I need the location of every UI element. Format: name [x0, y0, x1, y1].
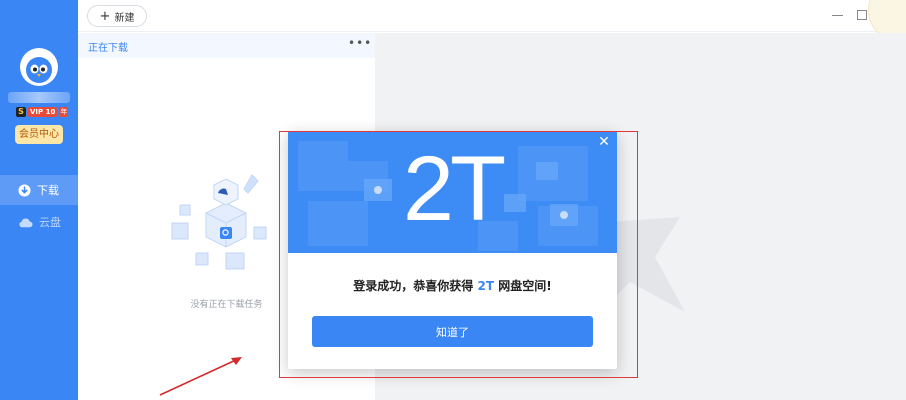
download-list-header: 正在下载 •••: [78, 33, 375, 58]
super-vip-icon: S: [16, 106, 26, 117]
vip-year-badge: 年: [59, 106, 69, 117]
ok-button[interactable]: 知道了: [312, 316, 593, 347]
red-arrow-annotation: [159, 357, 242, 396]
downloading-tab[interactable]: 正在下载: [88, 39, 128, 54]
cloud-icon: [19, 218, 33, 227]
top-bar: + 新建: [78, 0, 906, 42]
sidebar-item-label: 云盘: [39, 216, 61, 229]
banner-2t-text: 2T: [402, 138, 506, 240]
more-dots-icon[interactable]: •••: [348, 36, 372, 50]
username-blurred: [8, 92, 70, 103]
download-icon: [18, 183, 31, 197]
minimize-icon[interactable]: [832, 15, 843, 16]
dialog-banner: 2T ✕: [288, 131, 617, 253]
login-success-dialog: 2T ✕ 登录成功，恭喜你获得 2T 网盘空间! 知道了: [288, 131, 617, 369]
dialog-message: 登录成功，恭喜你获得 2T 网盘空间!: [353, 279, 552, 293]
sidebar-item-cloud[interactable]: 云盘: [0, 207, 78, 237]
sidebar-item-download[interactable]: 下载: [0, 175, 78, 205]
new-task-button[interactable]: + 新建: [87, 5, 147, 27]
member-center-button[interactable]: 会员中心: [15, 125, 63, 144]
plus-icon: +: [99, 8, 111, 24]
maximize-icon[interactable]: [857, 10, 867, 20]
close-icon[interactable]: ✕: [596, 134, 612, 150]
bird-mascot-icon: [26, 57, 52, 83]
vip-badge: VIP 10: [28, 106, 58, 117]
vip-badge-row: S VIP 10 年: [16, 106, 69, 117]
storage-highlight: 2T: [477, 279, 495, 293]
sidebar: S VIP 10 年 会员中心 下载 云盘: [0, 0, 78, 400]
new-task-label: 新建: [114, 12, 135, 24]
empty-boxes-illustration: [171, 174, 267, 270]
avatar[interactable]: [20, 48, 58, 86]
sidebar-item-label: 下载: [37, 184, 59, 197]
